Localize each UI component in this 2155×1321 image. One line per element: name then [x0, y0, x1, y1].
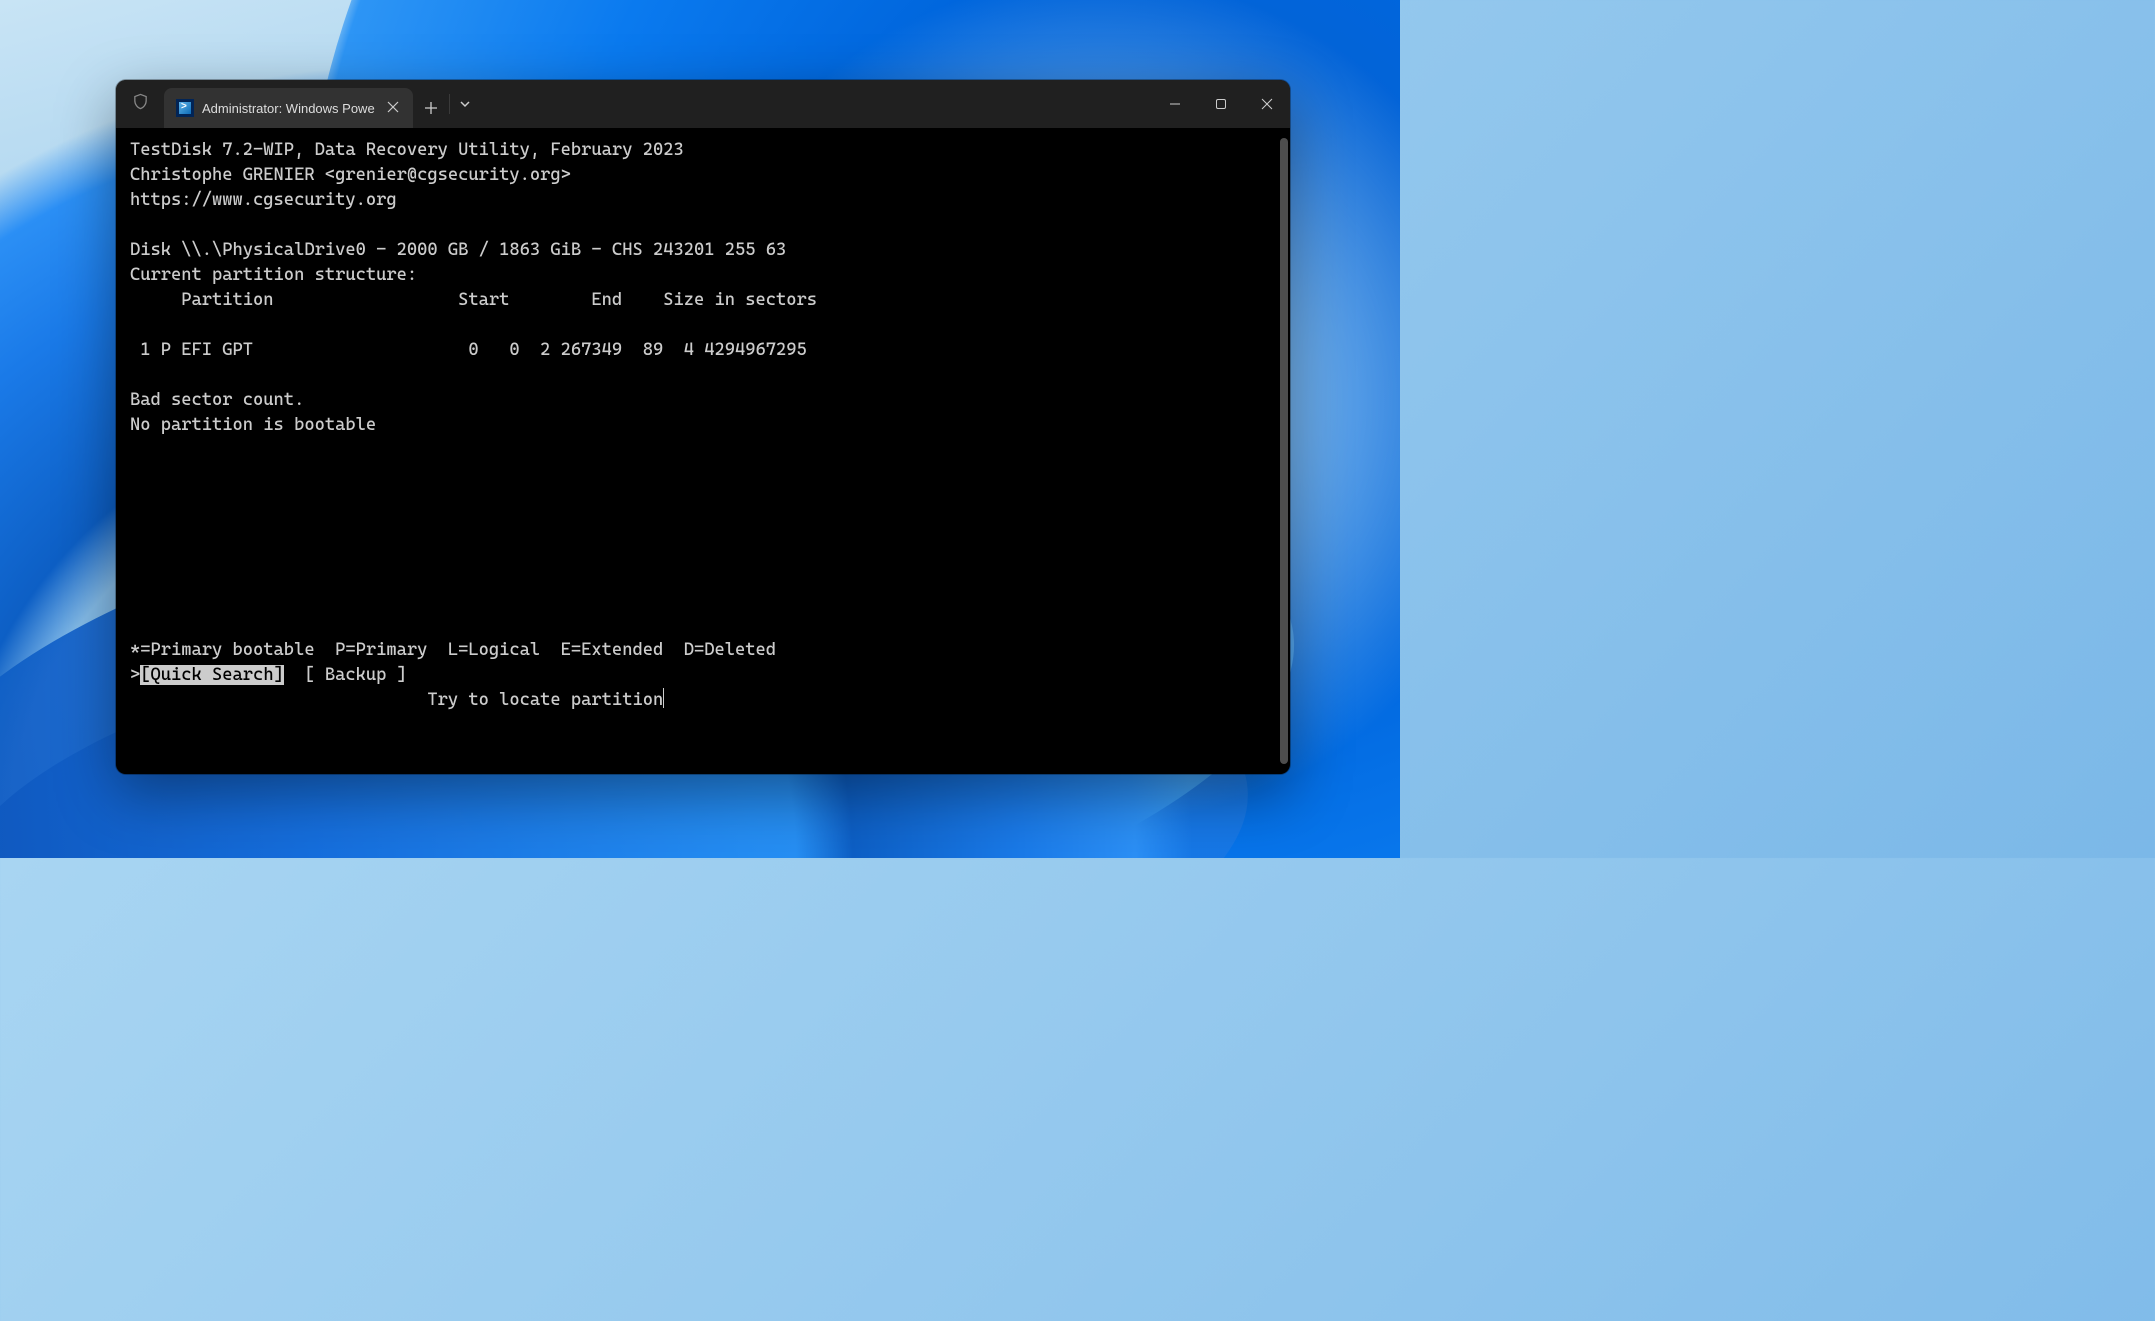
titlebar-drag-region[interactable]	[481, 80, 1152, 128]
tab-dropdown-button[interactable]	[449, 94, 481, 114]
partition-row: 1 P EFI GPT 0 0 2 267349 89 4 4294967295	[130, 340, 807, 360]
disk-info: Disk \\.\PhysicalDrive0 - 2000 GB / 1863…	[130, 240, 786, 260]
structure-label: Current partition structure:	[130, 265, 417, 285]
minimize-button[interactable]	[1152, 80, 1198, 128]
admin-shield-area	[116, 80, 164, 128]
hint-text: Try to locate partition	[130, 690, 663, 710]
terminal-window: Administrator: Windows Powe	[116, 80, 1290, 774]
header-line-1: TestDisk 7.2-WIP, Data Recovery Utility,…	[130, 140, 684, 160]
terminal-content[interactable]: TestDisk 7.2-WIP, Data Recovery Utility,…	[116, 128, 1290, 774]
maximize-button[interactable]	[1198, 80, 1244, 128]
shield-icon	[132, 93, 149, 115]
header-line-3: https://www.cgsecurity.org	[130, 190, 397, 210]
menu-quick-search[interactable]: [Quick Search]	[140, 665, 284, 685]
no-bootable-msg: No partition is bootable	[130, 415, 376, 435]
close-button[interactable]	[1244, 80, 1290, 128]
text-cursor	[663, 688, 664, 708]
bad-sector-msg: Bad sector count.	[130, 390, 304, 410]
tab-close-button[interactable]	[383, 96, 403, 120]
tab-title: Administrator: Windows Powe	[202, 101, 375, 116]
titlebar[interactable]: Administrator: Windows Powe	[116, 80, 1290, 128]
partition-columns: Partition Start End Size in sectors	[130, 290, 817, 310]
legend-text: *=Primary bootable P=Primary L=Logical E…	[130, 640, 776, 660]
header-line-2: Christophe GRENIER <grenier@cgsecurity.o…	[130, 165, 571, 185]
powershell-icon	[176, 99, 194, 117]
tab-powershell[interactable]: Administrator: Windows Powe	[164, 88, 413, 128]
menu-backup[interactable]: [ Backup ]	[304, 665, 407, 685]
menu-prefix: >	[130, 665, 140, 685]
scrollbar[interactable]	[1280, 138, 1288, 764]
new-tab-button[interactable]	[413, 88, 449, 128]
window-controls	[1152, 80, 1290, 128]
